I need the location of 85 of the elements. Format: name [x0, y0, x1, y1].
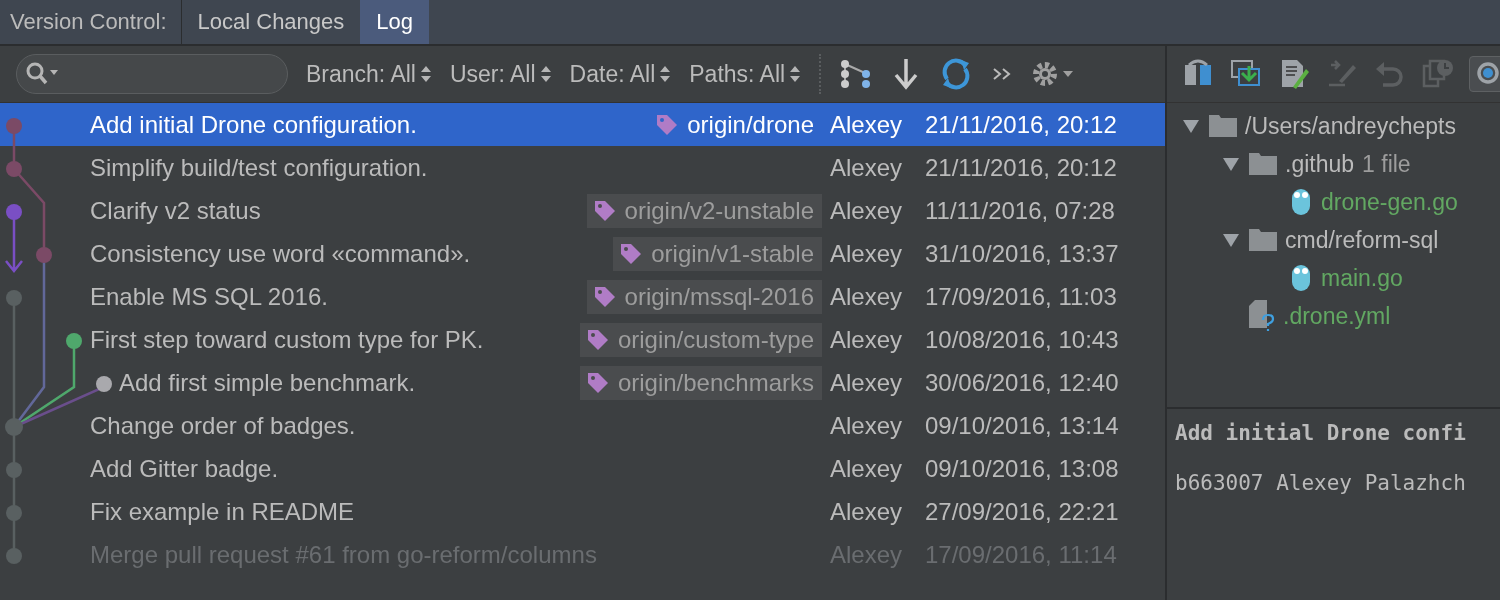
- commit-author: Alexey: [830, 110, 904, 139]
- commit-row[interactable]: Add initial Drone configuration. origin/drone Alexey 21/11/2016, 20:12: [0, 103, 1165, 146]
- tag-label: origin/v2-unstable: [624, 196, 814, 225]
- tag-icon: [592, 284, 617, 309]
- filter-dropdown[interactable]: Paths: All: [689, 60, 802, 88]
- sort-arrows-icon: [659, 64, 672, 84]
- expanded-arrow-icon[interactable]: [1221, 232, 1241, 248]
- folder-icon: [1249, 153, 1277, 175]
- commit-date: 09/10/2016, 13:08: [925, 454, 1120, 483]
- commit-row[interactable]: First step toward custom type for PK. origin/custom-type Alexey 10/08/2016, 10:43: [0, 318, 1165, 361]
- tag-label: origin/mssql-2016: [624, 282, 814, 311]
- search-field[interactable]: [16, 54, 288, 94]
- tag-icon: [619, 241, 644, 266]
- tag-icon: [592, 198, 617, 223]
- commit-date: 27/09/2016, 22:21: [925, 497, 1120, 526]
- commit-row[interactable]: Clarify v2 status origin/v2-unstable Alexey 11/11/2016, 07:28: [0, 189, 1165, 232]
- folder-name[interactable]: /Users/andreychepts: [1245, 112, 1456, 140]
- commit-row[interactable]: Simplify build/test configuration. Alexey 21/11/2016, 20:12: [0, 146, 1165, 189]
- tab[interactable]: Local Changes: [181, 0, 361, 44]
- search-icon[interactable]: [1469, 56, 1500, 92]
- expanded-arrow-icon[interactable]: [1181, 118, 1201, 134]
- search-icon: [25, 61, 61, 87]
- file-icon: [1289, 263, 1313, 293]
- tag-label: origin/drone: [687, 110, 814, 139]
- folder-icon: [1209, 115, 1237, 137]
- commit-info: b663007 Alexey Palazhch: [1175, 471, 1467, 495]
- folder-name[interactable]: .github: [1285, 150, 1355, 178]
- commit-message: Simplify build/test configuration.: [90, 153, 429, 182]
- commit-date: 09/10/2016, 13:14: [925, 411, 1120, 440]
- commit-date: 10/08/2016, 10:43: [925, 325, 1120, 354]
- commit-row[interactable]: Enable MS SQL 2016. origin/mssql-2016 Alexey 17/09/2016, 11:03: [0, 275, 1165, 318]
- commit-message: Add initial Drone configuration.: [90, 110, 418, 139]
- commit-message: Add Gitter badge.: [90, 454, 280, 483]
- folder-icon: [1249, 229, 1277, 251]
- commit-date: 11/11/2016, 07:28: [925, 196, 1116, 225]
- tag-icon: [585, 327, 610, 352]
- file-name[interactable]: .drone.yml: [1283, 302, 1391, 330]
- commit-subject: Add initial Drone confi: [1175, 421, 1467, 445]
- tag-label: origin/v1-stable: [651, 239, 814, 268]
- filter-dropdown[interactable]: User: All: [449, 60, 552, 88]
- commit-message: Clarify v2 status: [90, 196, 262, 225]
- file-name[interactable]: drone-gen.go: [1321, 188, 1458, 216]
- sort-arrows-icon: [789, 64, 802, 84]
- commit-message: Add first simple benchmark.: [119, 368, 417, 397]
- commit-row[interactable]: Fix example in README Alexey 27/09/2016, 22:21: [0, 490, 1165, 533]
- commit-message: Change order of badges.: [90, 411, 357, 440]
- unknown-file-icon: [1249, 300, 1275, 332]
- file-count: 1 file: [1362, 150, 1411, 178]
- commit-author: Alexey: [830, 411, 904, 440]
- filter-dropdown[interactable]: Branch: All: [306, 60, 432, 88]
- tool-window-title: Version Control:: [0, 0, 182, 44]
- commit-row[interactable]: Add Gitter badge. Alexey 09/10/2016, 13:08: [0, 447, 1165, 490]
- tag-label: origin/benchmarks: [617, 368, 814, 397]
- commit-message: First step toward custom type for PK.: [90, 325, 485, 354]
- commit-row[interactable]: Consistency use word «command». origin/v1-stable Alexey 31/10/2016, 13:37: [0, 232, 1165, 275]
- commit-date: 30/06/2016, 12:40: [925, 368, 1120, 397]
- commit-date: 17/09/2016, 11:03: [925, 282, 1118, 311]
- commit-author: Alexey: [830, 368, 904, 397]
- tag-icon: [585, 370, 610, 395]
- expanded-arrow-icon[interactable]: [1221, 156, 1241, 172]
- commit-row[interactable]: Change order of badges. Alexey 09/10/2016, 13:14: [0, 404, 1165, 447]
- settings-icon[interactable]: [1031, 59, 1076, 89]
- folder-name[interactable]: cmd/reform-sql: [1285, 226, 1439, 254]
- tag-icon: [655, 112, 680, 137]
- tab[interactable]: Log: [360, 0, 430, 44]
- filter-dropdown[interactable]: Date: All: [569, 60, 672, 88]
- commit-message: Fix example in README: [90, 497, 356, 526]
- tag-label: origin/custom-type: [617, 325, 814, 354]
- sort-arrows-icon: [419, 64, 432, 84]
- commit-author: Alexey: [830, 153, 904, 182]
- commit-author: Alexey: [830, 282, 904, 311]
- commit-author: Alexey: [830, 239, 904, 268]
- sort-arrows-icon: [539, 64, 552, 84]
- commit-author: Alexey: [830, 497, 904, 526]
- commit-row[interactable]: Add first simple benchmark. origin/benchmarks Alexey 30/06/2016, 12:40: [0, 361, 1165, 404]
- commit-author: Alexey: [830, 454, 904, 483]
- file-icon: [1289, 187, 1313, 217]
- commit-date: 21/11/2016, 20:12: [925, 110, 1118, 139]
- commit-author: Alexey: [830, 325, 904, 354]
- commit-message: Enable MS SQL 2016.: [90, 282, 329, 311]
- commit-date: 21/11/2016, 20:12: [925, 153, 1118, 182]
- file-name[interactable]: main.go: [1321, 264, 1403, 292]
- commit-date: 31/10/2016, 13:37: [925, 239, 1120, 268]
- commit-author: Alexey: [830, 196, 904, 225]
- commit-message: Consistency use word «command».: [90, 239, 472, 268]
